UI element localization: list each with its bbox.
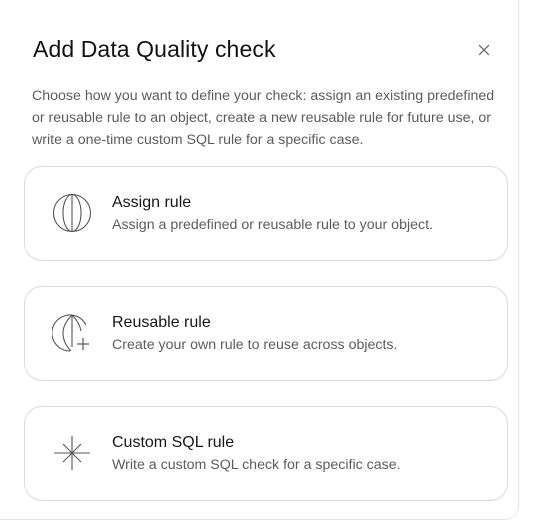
sparkle-icon [54,436,90,470]
assign-rule-title: Assign rule [112,194,192,211]
close-icon [478,44,490,56]
dialog-description: Choose how you want to define your check… [32,88,495,148]
custom-sql-rule-option[interactable]: Custom SQL rule Write a custom SQL check… [24,406,508,501]
dialog-title: Add Data Quality check [33,36,276,62]
close-button[interactable] [474,40,494,60]
reusable-rule-option[interactable]: Reusable rule Create your own rule to re… [24,286,508,381]
assign-rule-description: Assign a predefined or reusable rule to … [112,217,433,233]
assign-rule-option[interactable]: Assign rule Assign a predefined or reusa… [24,166,508,261]
globe-icon [52,193,92,233]
reusable-rule-description: Create your own rule to reuse across obj… [112,337,398,353]
reusable-rule-title: Reusable rule [112,314,211,331]
custom-sql-rule-title: Custom SQL rule [112,434,235,451]
custom-sql-rule-description: Write a custom SQL check for a specific … [112,457,401,473]
add-dq-check-dialog: Add Data Quality check Choose how you wa… [0,0,519,520]
globe-plus-icon [52,314,89,352]
